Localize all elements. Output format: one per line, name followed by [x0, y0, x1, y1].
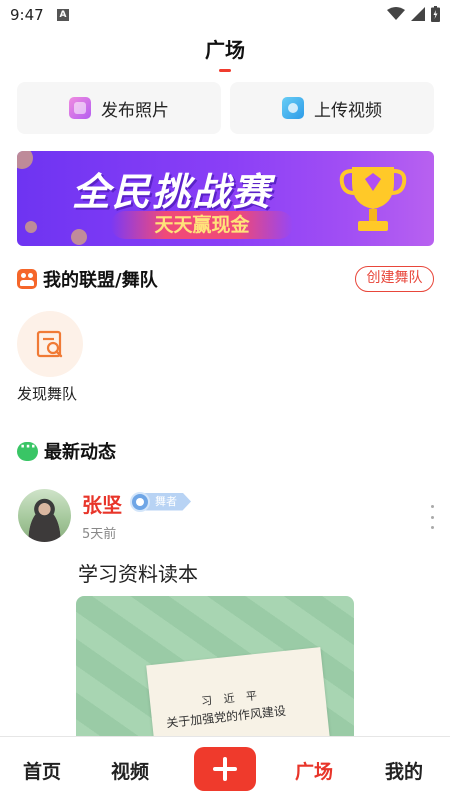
alliance-section-header: 我的联盟/舞队: [17, 266, 158, 292]
medal-icon: [130, 491, 150, 512]
banner-title: 全民挑战赛: [71, 170, 272, 214]
post-image[interactable]: 习 近 平 关于加强党的作风建设: [76, 596, 354, 746]
post-time: 5天前: [82, 527, 117, 542]
discover-team-label[interactable]: 发现舞队: [17, 383, 77, 404]
more-options-icon[interactable]: [428, 505, 436, 529]
publish-photo-label: 发布照片: [101, 100, 169, 121]
title-underline: [219, 69, 231, 72]
coin-decoration: [25, 221, 37, 233]
photo-icon: [69, 97, 91, 119]
badge-label: 舞者: [144, 492, 191, 511]
nav-square[interactable]: 广场: [295, 757, 333, 784]
discover-team-button[interactable]: [17, 311, 83, 377]
page-title: 广场: [205, 38, 245, 62]
coin-decoration: [71, 229, 87, 245]
create-team-button[interactable]: 创建舞队: [355, 266, 434, 292]
camera-icon: [282, 97, 304, 119]
notification-a-icon: A: [57, 9, 69, 21]
discover-icon: [36, 330, 63, 358]
team-icon: [17, 269, 37, 289]
alliance-heading: 我的联盟/舞队: [43, 270, 158, 291]
banner-subtitle: 天天赢现金: [111, 211, 293, 239]
publish-photo-button[interactable]: 发布照片: [17, 82, 221, 134]
upload-video-label: 上传视频: [314, 100, 382, 121]
post-text[interactable]: 学习资料读本: [78, 558, 198, 587]
nav-mine[interactable]: 我的: [385, 757, 423, 784]
status-bar: 9:47 A: [0, 0, 450, 30]
avatar[interactable]: [18, 489, 71, 542]
chat-icon: [17, 439, 38, 461]
nav-video[interactable]: 视频: [111, 757, 149, 784]
add-plus-button[interactable]: [194, 747, 256, 791]
bottom-nav: 首页 视频 广场 我的: [0, 736, 450, 800]
upload-video-button[interactable]: 上传视频: [230, 82, 434, 134]
nav-home[interactable]: 首页: [23, 757, 61, 784]
latest-heading: 最新动态: [44, 442, 116, 463]
trophy-icon: [339, 167, 407, 231]
dancer-badge: 舞者: [130, 491, 191, 512]
signal-icon: [411, 7, 425, 21]
status-icons: [387, 6, 440, 22]
latest-section-header: 最新动态: [17, 438, 116, 464]
battery-charging-icon: [431, 6, 440, 22]
post-author-name[interactable]: 张坚: [82, 489, 122, 518]
status-time: 9:47: [10, 6, 44, 24]
wifi-icon: [387, 7, 405, 20]
challenge-banner[interactable]: 全民挑战赛 天天赢现金: [17, 151, 434, 246]
